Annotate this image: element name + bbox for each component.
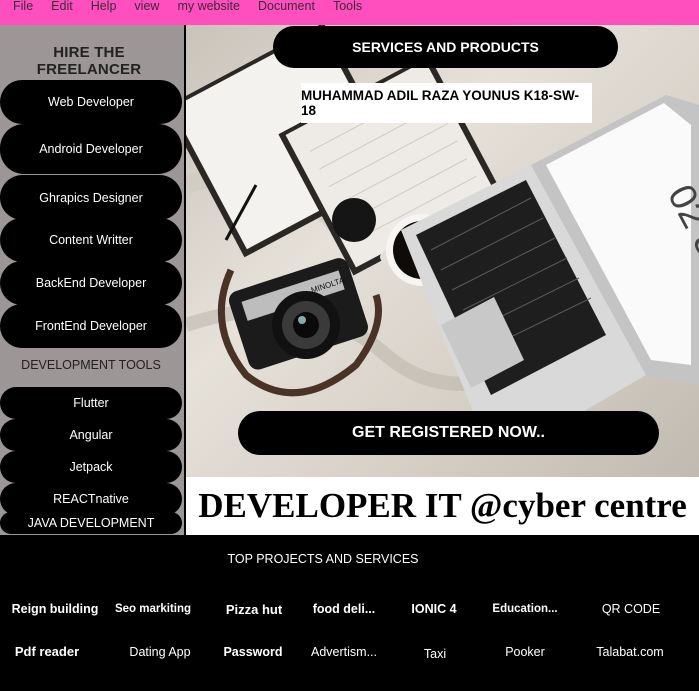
- freelancer-web-developer[interactable]: Web Developer: [0, 80, 182, 124]
- menu-view[interactable]: view: [134, 0, 159, 12]
- project-pizza-hut[interactable]: Pizza hut: [226, 602, 282, 617]
- project-advertisement[interactable]: Advertism...: [311, 645, 377, 659]
- menu-edit[interactable]: Edit: [51, 0, 73, 12]
- tool-flutter[interactable]: Flutter: [0, 387, 182, 419]
- tool-jetpack[interactable]: Jetpack: [0, 451, 182, 483]
- project-password[interactable]: Password: [223, 645, 282, 659]
- menu-tools[interactable]: Tools: [333, 0, 362, 12]
- top-projects-heading: TOP PROJECTS AND SERVICES: [227, 552, 419, 566]
- freelancer-content-writer[interactable]: Content Writter: [0, 218, 182, 262]
- services-and-products-button[interactable]: SERVICES AND PRODUCTS: [273, 26, 618, 68]
- camera-icon: MINOLTA: [228, 258, 368, 370]
- project-education[interactable]: Education...: [492, 603, 557, 615]
- freelancer-frontend-developer[interactable]: FrontEnd Developer: [0, 304, 182, 348]
- tools-heading: DEVELOPMENT TOOLS: [21, 358, 161, 372]
- get-registered-button[interactable]: GET REGISTERED NOW..: [238, 411, 659, 455]
- project-food-delivery[interactable]: food deli...: [313, 602, 376, 616]
- project-reign-building[interactable]: Reign building: [12, 602, 99, 616]
- menu-file[interactable]: File: [13, 0, 33, 12]
- freelancer-android-developer[interactable]: Android Developer: [0, 124, 182, 174]
- project-qr-code[interactable]: QR CODE: [602, 602, 660, 616]
- project-talabat[interactable]: Talabat.com: [596, 645, 663, 659]
- project-pdf-reader[interactable]: Pdf reader: [15, 644, 79, 659]
- sidebar-heading: HIRE THE FREELANCER: [36, 44, 142, 78]
- lens-cap-icon: [332, 198, 376, 242]
- project-taxi[interactable]: Taxi: [424, 647, 446, 661]
- menu-my-website[interactable]: my website: [177, 0, 240, 12]
- sidebar: HIRE THE FREELANCER Web Developer Androi…: [0, 25, 184, 535]
- menu-help[interactable]: Help: [91, 0, 117, 12]
- author-name-box: MUHAMMAD ADIL RAZA YOUNUS K18-SW-18: [301, 83, 592, 123]
- tool-angular[interactable]: Angular: [0, 419, 182, 451]
- project-pooker[interactable]: Pooker: [505, 645, 545, 659]
- hero-panel: MINOLTA 02 39 33 SERVICES AND PRODUCTS M…: [186, 25, 699, 535]
- tool-react-native[interactable]: REACTnative: [0, 483, 182, 515]
- project-ionic-4[interactable]: IONIC 4: [411, 602, 456, 616]
- menu-document[interactable]: Document: [258, 0, 315, 12]
- tool-java-development[interactable]: JAVA DEVELOPMENT: [0, 512, 182, 534]
- freelancer-graphics-designer[interactable]: Ghrapics Designer: [0, 175, 182, 220]
- freelancer-backend-developer[interactable]: BackEnd Developer: [0, 261, 182, 305]
- menubar: File Edit Help view my website Document …: [0, 0, 699, 25]
- project-seo-marketing[interactable]: Seo markiting: [115, 603, 191, 615]
- project-dating-app[interactable]: Dating App: [129, 645, 190, 659]
- developer-it-banner: DEVELOPER IT @cyber centre: [186, 477, 699, 535]
